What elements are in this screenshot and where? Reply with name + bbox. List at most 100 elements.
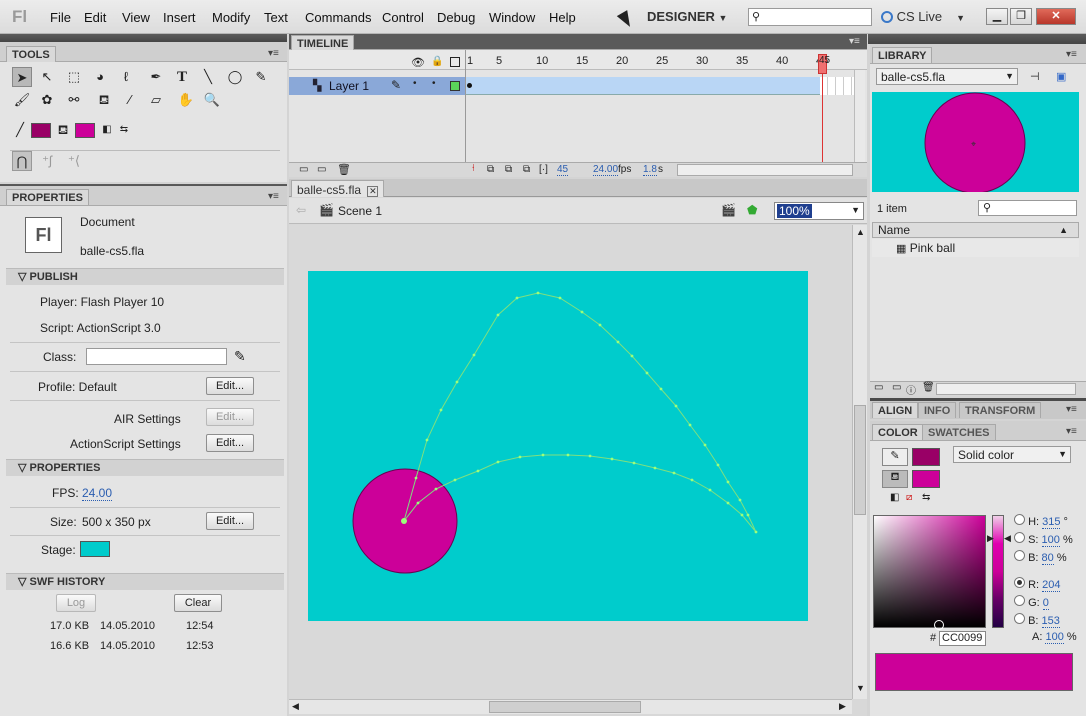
menu-view[interactable]: View: [122, 10, 150, 25]
motion-path-node[interactable]: [632, 461, 636, 465]
onion-outline-icon[interactable]: ⧉: [505, 164, 512, 175]
menu-control[interactable]: Control: [382, 10, 424, 25]
motion-path-node[interactable]: [610, 457, 614, 461]
tab-tools[interactable]: TOOLS: [6, 46, 56, 62]
fill-color-chip[interactable]: [912, 470, 940, 488]
outline-icon[interactable]: [450, 57, 460, 67]
scroll-right-icon[interactable]: ▶: [839, 701, 846, 712]
motion-path-node[interactable]: [726, 501, 730, 505]
eraser-tool-icon[interactable]: ▱: [146, 90, 166, 110]
eyedropper-tool-icon[interactable]: ⁄: [120, 90, 140, 110]
library-search-input[interactable]: ⚲: [978, 200, 1077, 216]
fill-color-icon[interactable]: ⛾: [882, 470, 908, 488]
smooth-icon[interactable]: ⁺ʃ: [37, 151, 57, 171]
saturation-radio[interactable]: [1014, 532, 1025, 543]
edit-class-pencil-icon[interactable]: ✎: [234, 348, 246, 365]
new-library-panel-icon[interactable]: ▣: [1056, 70, 1066, 83]
motion-path-node[interactable]: [659, 387, 663, 391]
motion-path-node[interactable]: [690, 478, 694, 482]
tab-align[interactable]: ALIGN: [872, 402, 919, 418]
menu-insert[interactable]: Insert: [163, 10, 196, 25]
motion-path-node[interactable]: [414, 476, 418, 480]
panel-menu-icon[interactable]: ▾≡: [849, 36, 860, 47]
text-tool-icon[interactable]: T: [172, 67, 192, 87]
motion-path-node[interactable]: [703, 443, 707, 447]
motion-path-node[interactable]: [672, 471, 676, 475]
workspace-switcher[interactable]: DESIGNER ▼: [647, 9, 727, 24]
tab-info[interactable]: INFO: [918, 402, 957, 418]
motion-path-node[interactable]: [472, 353, 476, 357]
menu-text[interactable]: Text: [264, 10, 288, 25]
new-symbol-icon[interactable]: ▭: [874, 382, 883, 393]
section-publish[interactable]: ▽ PUBLISH: [6, 268, 284, 285]
motion-path-node[interactable]: [558, 296, 562, 300]
motion-path-node[interactable]: [674, 404, 678, 408]
motion-path-node[interactable]: [518, 455, 522, 459]
zoom-tool-icon[interactable]: 🔍: [202, 90, 222, 110]
red-radio[interactable]: [1014, 577, 1025, 588]
stage-horizontal-scrollbar[interactable]: ◀ ▶: [289, 699, 852, 714]
timeline-vertical-scrollbar[interactable]: [854, 70, 865, 162]
motion-path-node[interactable]: [476, 469, 480, 473]
fill-color-swatch[interactable]: [75, 123, 95, 138]
pen-tool-icon[interactable]: ✒: [146, 67, 166, 87]
motion-path-node[interactable]: [496, 313, 500, 317]
menu-debug[interactable]: Debug: [437, 10, 475, 25]
motion-path-node[interactable]: [738, 498, 742, 502]
outline-color-icon[interactable]: [450, 81, 460, 91]
3d-rotation-tool-icon[interactable]: ◕: [90, 67, 110, 87]
center-frame-icon[interactable]: ⍿: [472, 163, 475, 174]
panel-menu-icon[interactable]: ▾≡: [268, 48, 279, 59]
show-hide-eye-icon[interactable]: 👁: [411, 56, 425, 69]
panel-menu-icon[interactable]: ▾≡: [268, 191, 279, 202]
color-picker-field[interactable]: [873, 515, 986, 630]
properties-icon[interactable]: ⓘ: [906, 382, 916, 397]
motion-path-node[interactable]: [630, 354, 634, 358]
stroke-color-swatch[interactable]: [31, 123, 51, 138]
motion-path-node[interactable]: [566, 453, 570, 457]
lasso-tool-icon[interactable]: ℓ: [116, 67, 136, 87]
library-document-select[interactable]: balle-cs5.fla ▼: [876, 68, 1018, 85]
tab-library[interactable]: LIBRARY: [872, 47, 933, 63]
hex-input[interactable]: CC0099: [939, 631, 986, 646]
menu-window[interactable]: Window: [489, 10, 535, 25]
help-search-input[interactable]: ⚲: [748, 8, 872, 26]
deco-tool-icon[interactable]: ✿: [37, 90, 57, 110]
tab-color[interactable]: COLOR: [872, 424, 924, 440]
saturation-value[interactable]: 100: [1041, 534, 1060, 547]
stroke-color-icon[interactable]: ✎: [882, 448, 908, 466]
modify-markers-icon[interactable]: [·]: [539, 164, 548, 175]
motion-path-node[interactable]: [716, 463, 720, 467]
library-column-header[interactable]: Name ▲: [872, 222, 1079, 238]
timeline-horizontal-scrollbar[interactable]: [677, 164, 853, 176]
pencil-tool-icon[interactable]: ✎: [251, 67, 271, 87]
motion-path-node[interactable]: [453, 478, 457, 482]
selection-tool-icon[interactable]: ➤: [12, 67, 32, 87]
scroll-down-icon[interactable]: ▼: [856, 683, 865, 693]
delete-layer-icon[interactable]: 🗑: [337, 163, 351, 176]
motion-path-node[interactable]: [455, 380, 459, 384]
stage-color-swatch[interactable]: [80, 541, 110, 557]
oval-tool-icon[interactable]: ◯: [225, 67, 245, 87]
motion-path-node[interactable]: [645, 371, 649, 375]
scroll-up-icon[interactable]: ▲: [856, 227, 865, 237]
no-color-icon[interactable]: ⧄: [906, 492, 912, 503]
motion-path-node[interactable]: [580, 310, 584, 314]
delete-icon[interactable]: 🗑: [922, 382, 935, 393]
motion-path-node[interactable]: [708, 488, 712, 492]
tab-properties[interactable]: PROPERTIES: [6, 189, 89, 205]
class-input[interactable]: [86, 348, 227, 365]
clear-button[interactable]: Clear: [174, 594, 222, 612]
new-folder-icon[interactable]: ▭: [892, 382, 901, 393]
brightness-radio[interactable]: [1014, 550, 1025, 561]
lock-icon[interactable]: 🔒: [431, 56, 443, 67]
onion-skin-icon[interactable]: ⧉: [487, 164, 494, 175]
profile-edit-button[interactable]: Edit...: [206, 377, 254, 395]
motion-path-node[interactable]: [740, 513, 744, 517]
scroll-thumb[interactable]: [854, 405, 866, 515]
size-edit-button[interactable]: Edit...: [206, 512, 254, 530]
cs-live-button[interactable]: CS Live ▼: [881, 9, 965, 24]
picker-cursor[interactable]: [934, 620, 944, 630]
minimize-button[interactable]: ▁: [986, 8, 1008, 25]
fps-value[interactable]: 24.00: [593, 164, 619, 176]
